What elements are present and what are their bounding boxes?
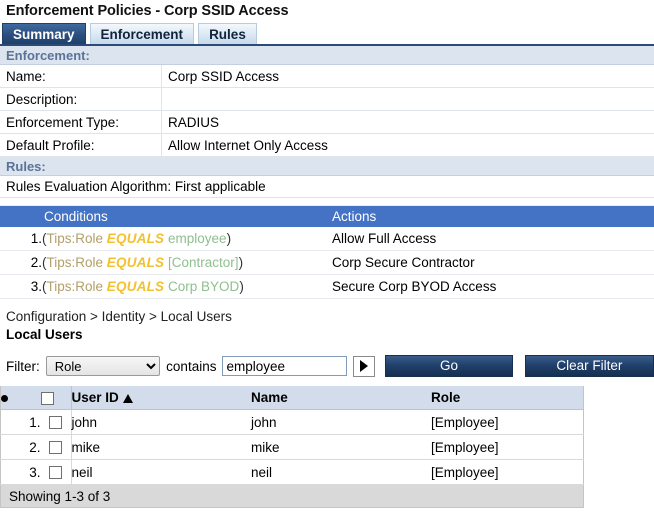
local-users-table: User ID Name Role 1. john john [Employee… xyxy=(0,386,584,508)
condition-close-paren: ) xyxy=(239,255,244,270)
filter-bar: Filter: Role contains Go Clear Filter xyxy=(0,353,654,379)
rules-col-actions: Actions xyxy=(332,206,654,227)
cell-user-id[interactable]: john xyxy=(71,410,251,435)
tab-enforcement[interactable]: Enforcement xyxy=(90,23,195,44)
condition-value: Corp BYOD xyxy=(168,279,239,294)
col-header-role[interactable]: Role xyxy=(431,386,584,410)
rule-condition: (Tips:Role EQUALS employee) xyxy=(42,227,332,251)
filter-field-select[interactable]: Role xyxy=(46,356,160,376)
row-select-cell xyxy=(41,410,72,435)
cell-user-id[interactable]: neil xyxy=(71,460,251,485)
table-footer-row: Showing 1-3 of 3 xyxy=(1,485,584,508)
condition-close-paren: ) xyxy=(227,231,232,246)
condition-attribute: Tips:Role xyxy=(47,231,104,246)
rules-col-conditions: Conditions xyxy=(42,206,332,227)
filter-label: Filter: xyxy=(6,359,40,374)
rule-condition: (Tips:Role EQUALS [Contractor]) xyxy=(42,251,332,275)
filter-operator-label: contains xyxy=(166,359,216,374)
rules-spacer xyxy=(0,198,654,206)
condition-value: employee xyxy=(168,231,227,246)
rule-action: Corp Secure Contractor xyxy=(332,251,654,275)
rule-index: 3. xyxy=(0,275,42,299)
cell-role: [Employee] xyxy=(431,460,584,485)
enforcement-section-header: Enforcement: xyxy=(0,46,654,65)
enforcement-default-profile-value: Allow Internet Only Access xyxy=(162,134,654,157)
row-index: 3. xyxy=(1,460,41,485)
condition-operator: EQUALS xyxy=(107,231,164,246)
row-checkbox[interactable] xyxy=(49,416,62,429)
enforcement-type-value: RADIUS xyxy=(162,111,654,134)
cell-name: john xyxy=(251,410,431,435)
rule-action: Allow Full Access xyxy=(332,227,654,251)
rules-section-header: Rules: xyxy=(0,157,654,176)
cell-name: neil xyxy=(251,460,431,485)
enforcement-name-label: Name: xyxy=(0,65,162,88)
enforcement-description-label: Description: xyxy=(0,88,162,111)
enforcement-detail-table: Name: Corp SSID Access Description: Enfo… xyxy=(0,65,654,157)
table-row[interactable]: 3. neil neil [Employee] xyxy=(1,460,584,485)
select-all-cell xyxy=(41,386,72,410)
cell-user-id[interactable]: mike xyxy=(71,435,251,460)
play-triangle-icon xyxy=(360,360,368,372)
cell-role: [Employee] xyxy=(431,435,584,460)
go-button[interactable]: Go xyxy=(385,355,512,377)
rules-table-header: Conditions Actions xyxy=(0,206,654,227)
table-row: Default Profile: Allow Internet Only Acc… xyxy=(0,134,654,157)
row-checkbox[interactable] xyxy=(49,466,62,479)
condition-attribute: Tips:Role xyxy=(47,255,104,270)
tab-strip: SummaryEnforcementRules xyxy=(0,23,654,46)
sort-ascending-icon xyxy=(123,394,133,403)
condition-close-paren: ) xyxy=(239,279,244,294)
filter-value-input[interactable] xyxy=(222,356,347,376)
rules-table: Conditions Actions 1. (Tips:Role EQUALS … xyxy=(0,206,654,299)
table-row[interactable]: 2. (Tips:Role EQUALS [Contractor]) Corp … xyxy=(0,251,654,275)
condition-value: [Contractor] xyxy=(168,255,239,270)
showing-count-label: Showing 1-3 of 3 xyxy=(1,485,584,508)
table-row: Description: xyxy=(0,88,654,111)
rule-action: Secure Corp BYOD Access xyxy=(332,275,654,299)
rule-index: 1. xyxy=(0,227,42,251)
rule-index: 2. xyxy=(0,251,42,275)
enforcement-default-profile-label: Default Profile: xyxy=(0,134,162,157)
table-row: Name: Corp SSID Access xyxy=(0,65,654,88)
page-title: Enforcement Policies - Corp SSID Access xyxy=(0,0,654,23)
rule-condition: (Tips:Role EQUALS Corp BYOD) xyxy=(42,275,332,299)
table-row[interactable]: 2. mike mike [Employee] xyxy=(1,435,584,460)
cell-name: mike xyxy=(251,435,431,460)
table-row: Enforcement Type: RADIUS xyxy=(0,111,654,134)
enforcement-name-value: Corp SSID Access xyxy=(162,65,654,88)
local-users-heading: Local Users xyxy=(0,324,654,342)
select-all-checkbox[interactable] xyxy=(41,392,54,405)
table-row[interactable]: 1. (Tips:Role EQUALS employee) Allow Ful… xyxy=(0,227,654,251)
local-users-table-header: User ID Name Role xyxy=(1,386,584,410)
row-index: 2. xyxy=(1,435,41,460)
col-header-user-id-label: User ID xyxy=(72,390,119,405)
enforcement-type-label: Enforcement Type: xyxy=(0,111,162,134)
filter-arrow-button[interactable] xyxy=(353,356,375,377)
clear-filter-button[interactable]: Clear Filter xyxy=(525,355,654,377)
col-header-user-id[interactable]: User ID xyxy=(71,386,251,410)
condition-operator: EQUALS xyxy=(107,255,164,270)
row-checkbox[interactable] xyxy=(49,441,62,454)
condition-attribute: Tips:Role xyxy=(47,279,104,294)
breadcrumb-wrapper: Configuration > Identity > Local Users xyxy=(0,299,654,324)
condition-operator: EQUALS xyxy=(107,279,164,294)
row-select-cell xyxy=(41,460,72,485)
tab-summary[interactable]: Summary xyxy=(2,23,86,44)
bullet-icon xyxy=(1,395,8,402)
row-index: 1. xyxy=(1,410,41,435)
local-users-table-wrapper: User ID Name Role 1. john john [Employee… xyxy=(0,386,584,508)
table-row[interactable]: 3. (Tips:Role EQUALS Corp BYOD) Secure C… xyxy=(0,275,654,299)
tab-rules[interactable]: Rules xyxy=(198,23,257,44)
enforcement-description-value xyxy=(162,88,654,111)
select-all-indicator-cell xyxy=(1,386,41,410)
breadcrumb[interactable]: Configuration > Identity > Local Users xyxy=(6,309,232,324)
rules-evaluation-algorithm: Rules Evaluation Algorithm: First applic… xyxy=(0,176,654,198)
row-select-cell xyxy=(41,435,72,460)
table-row[interactable]: 1. john john [Employee] xyxy=(1,410,584,435)
cell-role: [Employee] xyxy=(431,410,584,435)
col-header-name[interactable]: Name xyxy=(251,386,431,410)
rules-col-index xyxy=(0,206,42,227)
